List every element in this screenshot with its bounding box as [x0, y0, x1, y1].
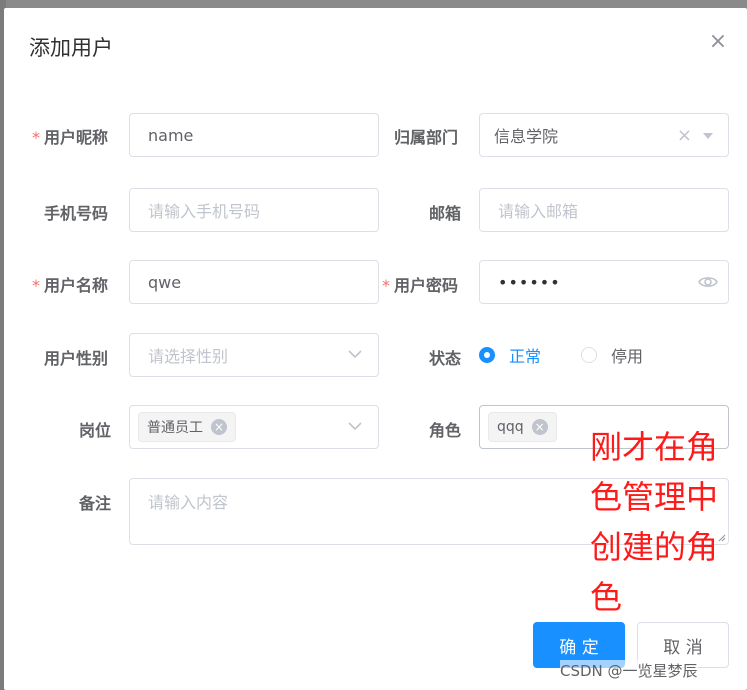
csdn-watermark: CSDN @一览星梦辰 — [560, 660, 698, 681]
email-label: 邮箱 — [429, 204, 462, 223]
phone-input[interactable]: 请输入手机号码 — [129, 188, 379, 232]
gender-placeholder: 请选择性别 — [148, 347, 229, 366]
email-placeholder: 请输入邮箱 — [498, 202, 579, 221]
username-label: * 用户名称 — [32, 276, 109, 295]
username-value: qwe — [148, 272, 182, 292]
password-input[interactable]: •••••• — [479, 260, 729, 304]
phone-placeholder: 请输入手机号码 — [148, 202, 261, 221]
dept-value: 信息学院 — [494, 127, 559, 146]
role-tag: qqq × — [488, 412, 557, 442]
close-icon[interactable]: × — [708, 31, 728, 53]
dialog-title: 添加用户 — [29, 36, 113, 60]
dept-select[interactable]: 信息学院 × — [479, 113, 729, 157]
username-input[interactable]: qwe — [129, 260, 379, 304]
red-annotation-text: 刚才在角色管理中创建的角色 — [590, 428, 719, 616]
remark-label: 备注 — [79, 494, 112, 513]
status-option-label: 停用 — [611, 347, 644, 366]
status-radio-normal[interactable]: 正常 — [479, 343, 541, 367]
status-option-label: 正常 — [509, 347, 542, 366]
gender-label: 用户性别 — [44, 349, 109, 368]
password-label: * 用户密码 — [382, 276, 459, 295]
radio-dot — [581, 347, 597, 363]
required-mark: * — [32, 128, 40, 147]
chevron-down-icon[interactable] — [346, 345, 364, 363]
phone-label: 手机号码 — [44, 204, 109, 223]
required-mark: * — [382, 276, 390, 295]
post-tag: 普通员工 × — [138, 412, 236, 442]
status-radio-disabled[interactable]: 停用 — [581, 343, 643, 367]
role-label: 角色 — [429, 421, 462, 440]
chevron-down-icon[interactable] — [346, 417, 364, 435]
required-mark: * — [32, 276, 40, 295]
email-input[interactable]: 请输入邮箱 — [479, 188, 729, 232]
nickname-input[interactable]: name — [129, 113, 379, 157]
gender-select[interactable]: 请选择性别 — [129, 333, 379, 377]
circle-close-icon[interactable]: × — [677, 125, 692, 146]
close-icon[interactable]: × — [531, 419, 548, 435]
post-label: 岗位 — [79, 421, 112, 440]
caret-down-icon[interactable] — [702, 132, 714, 140]
post-select[interactable]: 普通员工 × — [129, 405, 379, 449]
nickname-label: * 用户昵称 — [32, 128, 109, 147]
remark-placeholder: 请输入内容 — [148, 493, 229, 512]
eye-icon[interactable] — [698, 274, 718, 290]
password-value: •••••• — [498, 272, 561, 292]
nickname-value: name — [148, 125, 194, 145]
close-icon[interactable]: × — [211, 419, 227, 435]
dept-label: 归属部门 — [394, 128, 459, 147]
radio-dot — [479, 347, 495, 363]
status-label: 状态 — [429, 349, 462, 368]
